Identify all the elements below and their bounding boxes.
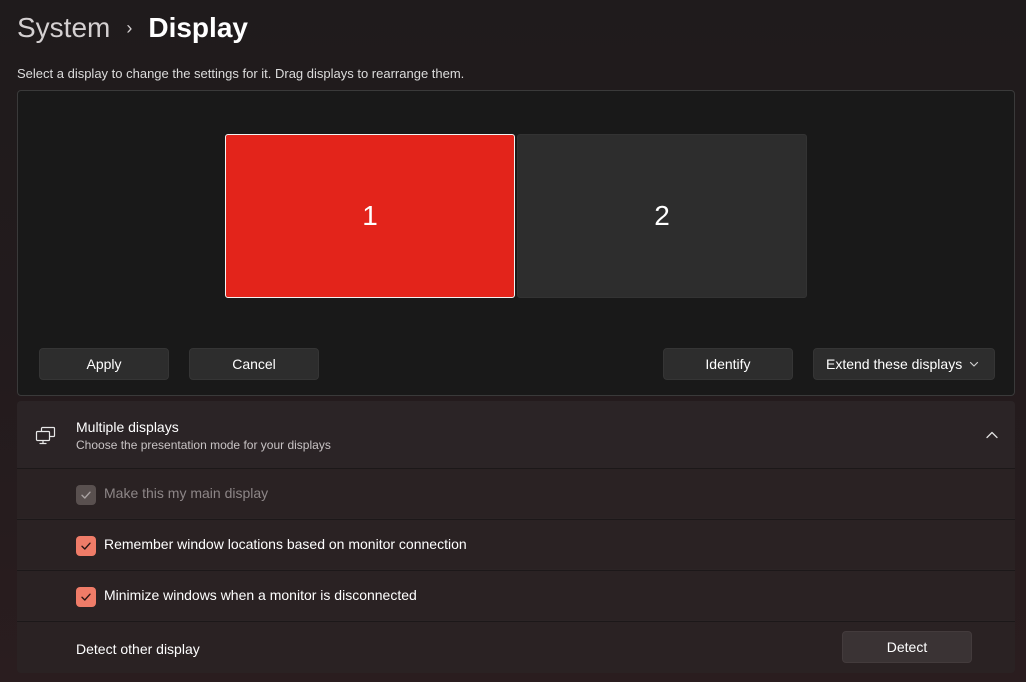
multiple-displays-header[interactable]: Multiple displays Choose the presentatio…: [17, 401, 1015, 468]
multiple-displays-description: Choose the presentation mode for your di…: [76, 438, 331, 452]
remember-locations-label[interactable]: Remember window locations based on monit…: [104, 536, 467, 552]
display-mode-dropdown[interactable]: Extend these displays: [813, 348, 995, 380]
monitor-2[interactable]: 2: [517, 134, 807, 298]
identify-button[interactable]: Identify: [663, 348, 793, 380]
checkmark-icon: [81, 542, 91, 550]
arrangement-instructions: Select a display to change the settings …: [17, 66, 465, 81]
option-row-main-display: Make this my main display: [17, 468, 1015, 518]
multiple-displays-title: Multiple displays: [76, 419, 179, 435]
checkmark-icon: [81, 593, 91, 601]
breadcrumb-system[interactable]: System: [17, 12, 110, 44]
display-settings-page: System › Display Select a display to cha…: [0, 0, 1026, 682]
chevron-up-icon[interactable]: [985, 429, 999, 441]
minimize-windows-checkbox[interactable]: [76, 587, 96, 607]
display-arrangement-panel: 1 2 Apply Cancel Identify Extend these d…: [17, 90, 1015, 396]
multiple-displays-icon: [35, 426, 56, 445]
monitor-2-label: 2: [654, 200, 670, 231]
main-display-label: Make this my main display: [104, 485, 269, 501]
chevron-down-icon: [969, 361, 979, 367]
detect-button[interactable]: Detect: [842, 631, 972, 663]
checkmark-icon: [81, 491, 91, 499]
main-display-checkbox: [76, 485, 96, 505]
minimize-windows-label[interactable]: Minimize windows when a monitor is disco…: [104, 587, 417, 603]
option-row-minimize-windows: Minimize windows when a monitor is disco…: [17, 570, 1015, 620]
cancel-button[interactable]: Cancel: [189, 348, 319, 380]
detect-display-label: Detect other display: [76, 641, 200, 657]
breadcrumb-chevron-icon: ›: [126, 17, 133, 38]
display-mode-value: Extend these displays: [826, 356, 963, 372]
breadcrumb: System › Display: [17, 8, 248, 48]
detect-display-row: Detect other display Detect: [17, 621, 1015, 673]
multiple-displays-section: Multiple displays Choose the presentatio…: [17, 401, 1015, 673]
apply-button[interactable]: Apply: [39, 348, 169, 380]
monitor-1[interactable]: 1: [225, 134, 515, 298]
monitor-1-label: 1: [362, 200, 378, 231]
page-title: Display: [148, 12, 248, 43]
remember-locations-checkbox[interactable]: [76, 536, 96, 556]
option-row-remember-locations: Remember window locations based on monit…: [17, 519, 1015, 569]
